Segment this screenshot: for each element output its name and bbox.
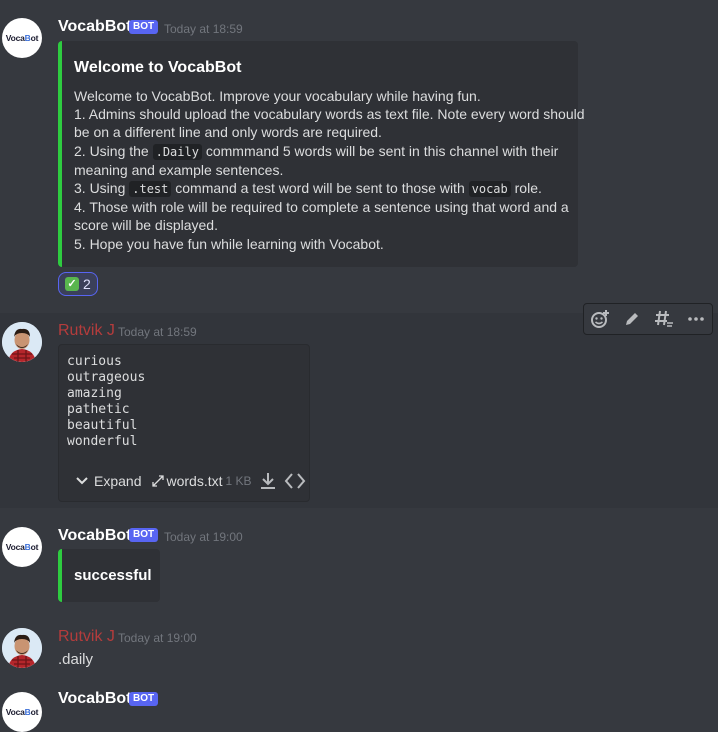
bot-tag: BOT [129, 528, 159, 542]
vocabbot-avatar[interactable]: VocaBot [2, 18, 42, 58]
message-timestamp: Today at 18:59 [118, 325, 197, 339]
more-icon[interactable] [680, 304, 712, 334]
chevron-down-icon [76, 477, 88, 485]
bot-tag: BOT [129, 20, 159, 34]
embed-line-text: commmand 5 words will be sent in this ch… [201, 142, 559, 159]
embed-line-text: 3. Using [74, 180, 130, 197]
welcome-embed: Welcome to VocabBot Welcome to VocabBot.… [58, 41, 585, 267]
code-view-icon[interactable] [284, 471, 306, 491]
bot-tag: BOT [129, 692, 159, 706]
user-avatar[interactable] [2, 322, 42, 362]
file-preview-content: curious outrageous amazing pathetic beau… [67, 354, 146, 449]
embed-line-text: 2. Using the [74, 142, 153, 159]
avatar-logo-text: VocaBot [5, 33, 39, 43]
embed-line: Welcome to VocabBot. Improve your vocabu… [74, 88, 481, 104]
inline-code-test: .test [129, 181, 172, 198]
inline-code-vocab: vocab [468, 181, 511, 198]
vocabbot-avatar[interactable]: VocaBot [2, 692, 42, 732]
embed-line-text: role. [510, 180, 542, 197]
embed-line: 1. Admins should upload the vocabulary w… [74, 106, 585, 123]
embed-line: score will be displayed. [74, 217, 218, 234]
embed-line: 3. Using .test command a test word will … [74, 179, 585, 198]
filename-link[interactable]: words.txt [151, 473, 223, 489]
expand-label: Expand [94, 473, 142, 489]
message-timestamp: Today at 19:00 [164, 530, 243, 544]
message-author[interactable]: Rutvik J [58, 628, 115, 646]
user-avatar[interactable] [2, 628, 42, 668]
reaction-checkmark[interactable]: ✓ 2 [58, 272, 98, 296]
vocabbot-avatar[interactable]: VocaBot [2, 527, 42, 567]
avatar-logo-text: VocaBot [5, 707, 39, 717]
avatar-logo-text: VocaBot [5, 542, 39, 552]
message-author[interactable]: VocabBot [58, 527, 131, 545]
check-mark-icon: ✓ [65, 277, 79, 291]
embed-line: meaning and example sentences. [74, 161, 284, 178]
file-attachment: curious outrageous amazing pathetic beau… [58, 344, 310, 502]
add-reaction-icon[interactable] [584, 304, 616, 334]
message-actions-toolbar [583, 303, 713, 335]
message-content: .daily [58, 651, 94, 668]
message-timestamp: Today at 18:59 [164, 22, 243, 36]
embed-title: Welcome to VocabBot [74, 59, 242, 76]
download-icon[interactable] [258, 471, 278, 491]
embed-title: successful [74, 567, 152, 584]
file-footer: Expand words.txt 1 KB [75, 471, 306, 491]
embed-description: Welcome to VocabBot. Improve your vocabu… [74, 87, 585, 253]
message-timestamp: Today at 19:00 [118, 631, 197, 645]
expand-arrows-icon [152, 475, 165, 487]
embed-line: be on a different line and only words ar… [74, 124, 382, 141]
message-author[interactable]: Rutvik J [58, 322, 115, 340]
embed-line: 4. Those with role will be required to c… [74, 199, 569, 216]
message-author[interactable]: VocabBot [58, 690, 131, 708]
embed-line-text: command a test word will be sent to thos… [171, 180, 469, 197]
reaction-count: 2 [83, 276, 91, 292]
edit-icon[interactable] [616, 304, 648, 334]
inline-code-daily: .Daily [152, 143, 202, 160]
thread-icon[interactable] [648, 304, 680, 334]
expand-button[interactable]: Expand [75, 473, 141, 489]
file-name: words.txt [166, 473, 223, 489]
embed-line: 2. Using the .Daily commmand 5 words wil… [74, 142, 585, 161]
message-author[interactable]: VocabBot [58, 18, 131, 36]
embed-line: 5. Hope you have fun while learning with… [74, 235, 384, 252]
file-size: 1 KB [225, 474, 252, 488]
success-embed: successful [58, 549, 160, 602]
